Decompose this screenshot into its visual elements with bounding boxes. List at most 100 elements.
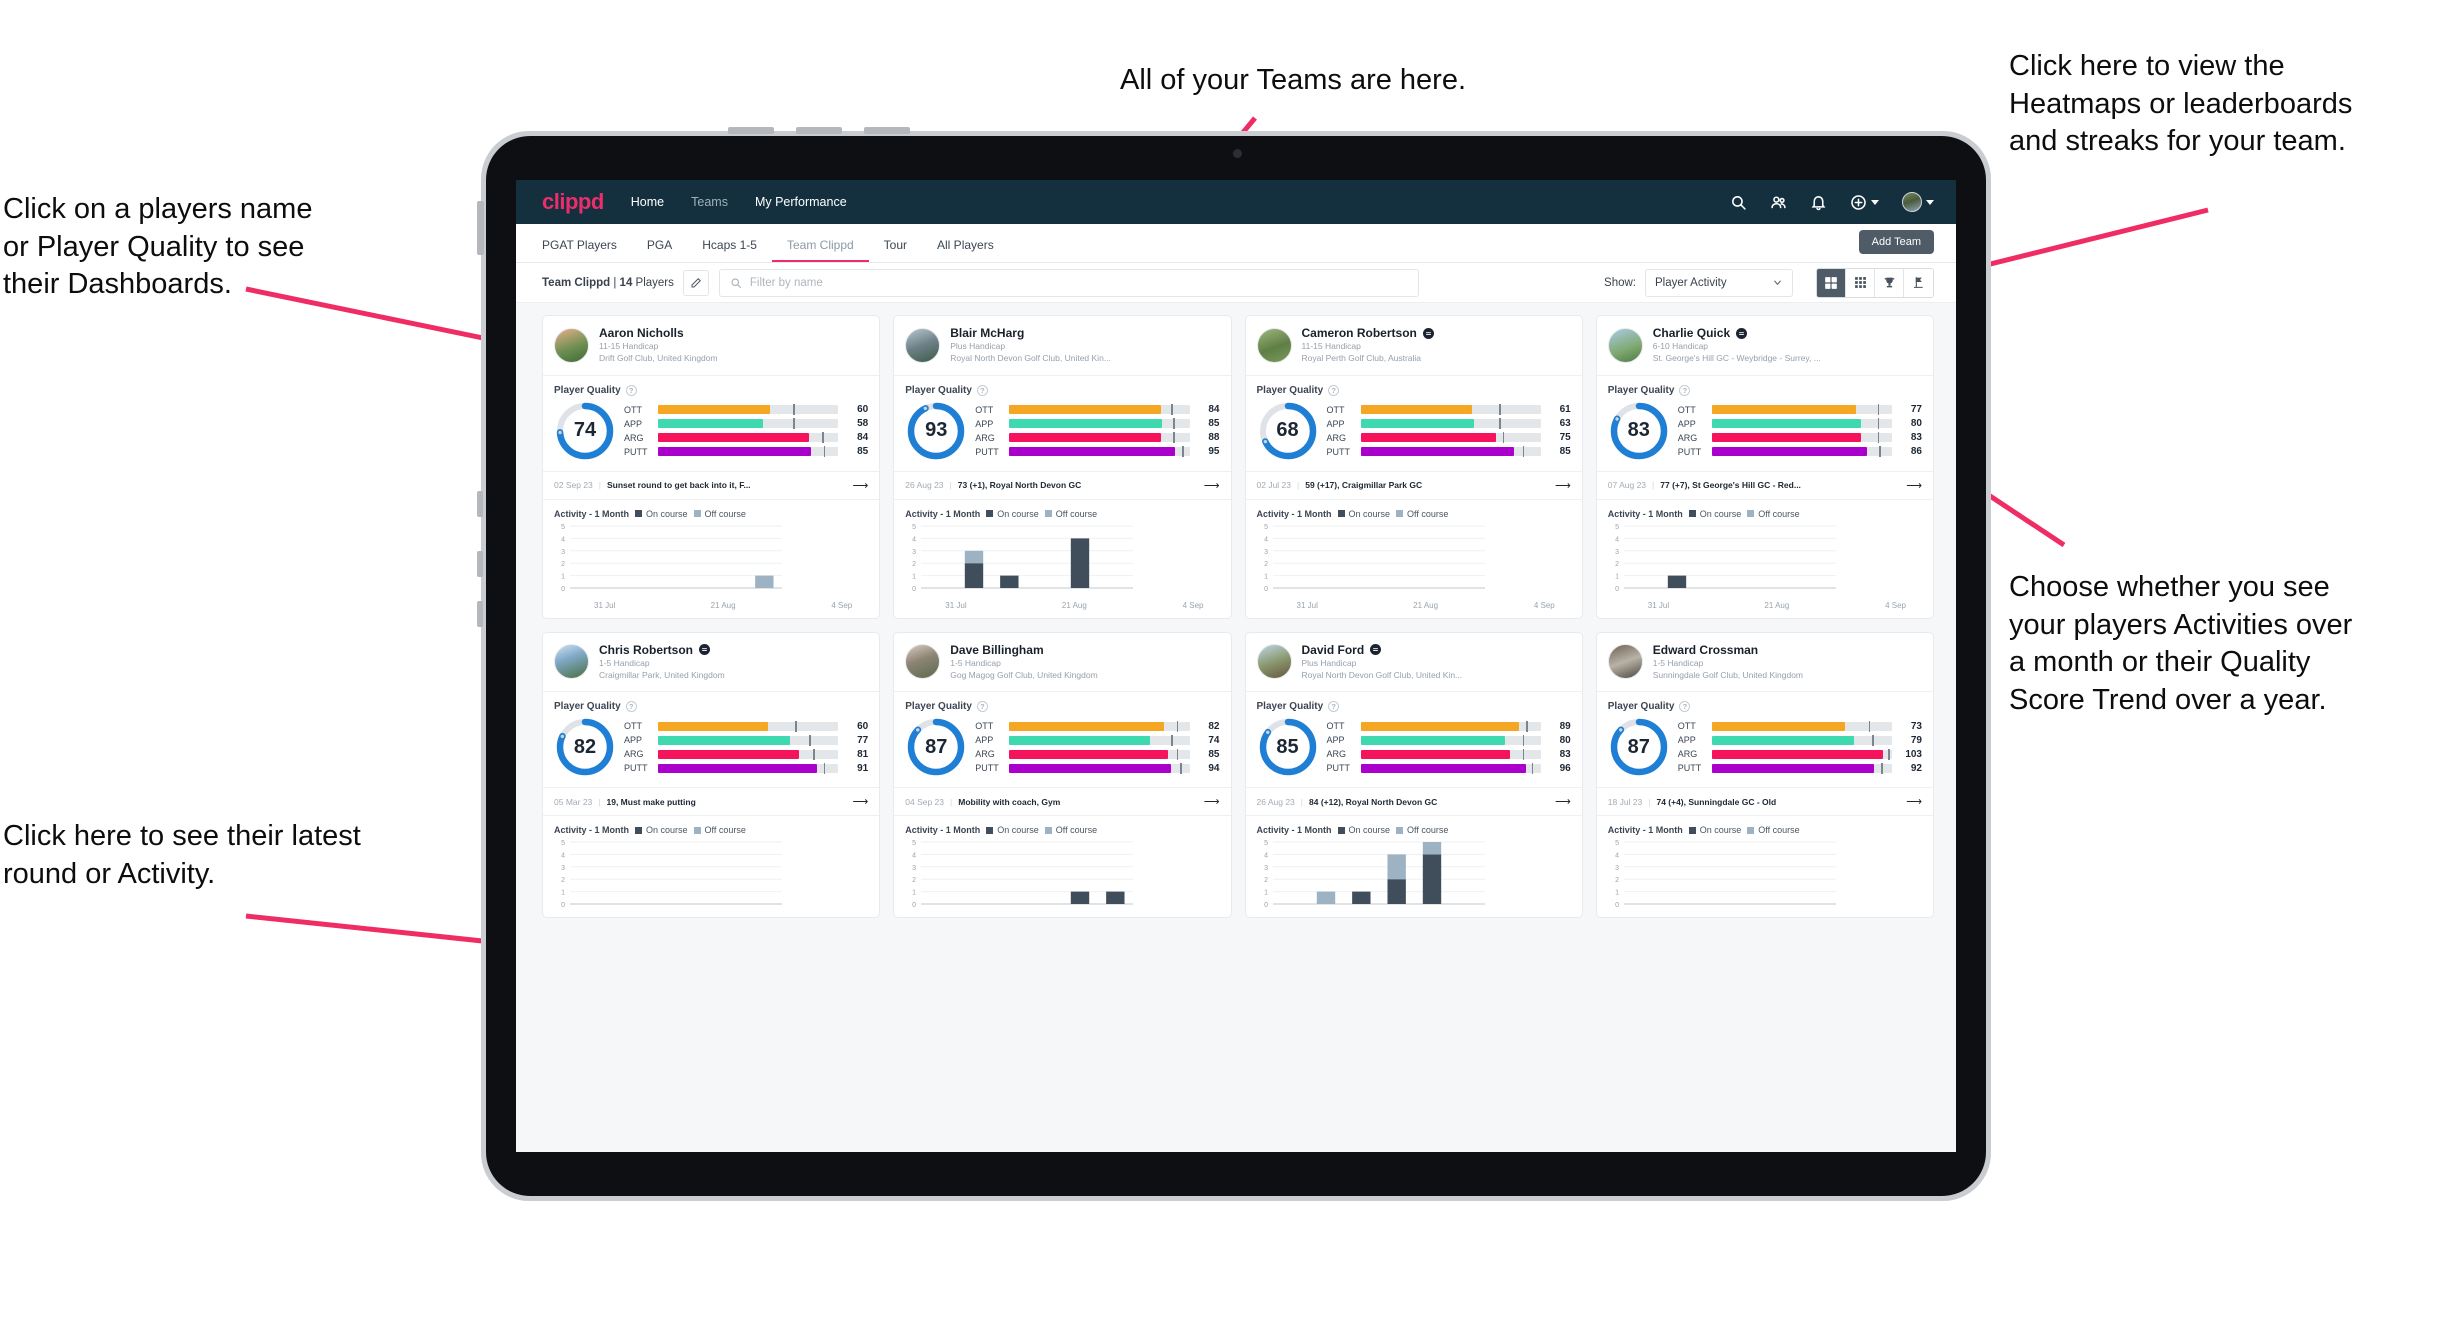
player-name[interactable]: Aaron Nicholls [599,326,684,340]
player-quality-label[interactable]: Player Quality? [1246,692,1582,716]
arrow-right-icon[interactable]: ⟶ [1204,795,1220,808]
player-card-header[interactable]: Blair McHarg Plus Handicap Royal North Dev… [894,316,1230,375]
help-icon[interactable]: ? [1328,384,1340,396]
nav-link-teams[interactable]: Teams [691,195,728,209]
latest-round-row[interactable]: 04 Sep 23 | Mobility with coach, Gym ⟶ [894,787,1231,817]
player-card-header[interactable]: Chris Robertson 1-5 Handicap Craigmillar P… [543,633,879,692]
tab-pga[interactable]: PGA [632,238,687,262]
add-team-button[interactable]: Add Team [1858,230,1934,254]
nav-link-home[interactable]: Home [631,195,664,209]
player-name-row[interactable]: Charlie Quick [1653,326,1821,340]
player-quality-label[interactable]: Player Quality? [1246,376,1582,400]
flag-view-button[interactable] [1904,268,1933,297]
player-quality-body[interactable]: 85 OTT 89 APP 80 ARG 83 PUTT 96 [1246,716,1582,787]
tab-all-players[interactable]: All Players [922,238,1009,262]
help-icon[interactable]: ? [1679,701,1691,713]
player-card[interactable]: Aaron Nicholls 11-15 Handicap Drift Golf C… [542,315,881,619]
latest-round-row[interactable]: 02 Sep 23 | Sunset round to get back into … [543,470,880,500]
trophy-view-button[interactable] [1875,268,1904,297]
player-quality-label[interactable]: Player Quality? [894,692,1230,716]
bell-icon[interactable] [1810,194,1827,211]
plus-circle-dropdown[interactable] [1850,194,1879,211]
player-quality-body[interactable]: 74 OTT 60 APP 58 ARG 84 PUTT 85 [543,400,879,471]
search-input[interactable] [749,276,1408,289]
player-quality-body[interactable]: 93 OTT 84 APP 85 ARG 88 PUTT 95 [894,400,1230,471]
player-name[interactable]: Dave Billingham [950,643,1043,657]
player-card-header[interactable]: Edward Crossman 1-5 Handicap Sunningdale G… [1597,633,1933,692]
legend-on-course: On course [986,825,1039,835]
nav-link-my-performance[interactable]: My Performance [755,195,847,209]
legend-off-course: Off course [1747,509,1800,519]
help-icon[interactable]: ? [625,701,637,713]
player-card[interactable]: Dave Billingham 1-5 Handicap Gog Magog Gol… [893,631,1232,919]
people-icon[interactable] [1770,194,1787,211]
activity-chart: 5 4 3 2 1 0 [543,839,879,917]
latest-round-row[interactable]: 05 Mar 23 | 19, Must make putting ⟶ [543,787,880,817]
player-card[interactable]: Blair McHarg Plus Handicap Royal North Dev… [893,315,1232,619]
player-quality-body[interactable]: 87 OTT 73 APP 79 ARG 103 PUTT 92 [1597,716,1933,787]
help-icon[interactable]: ? [625,384,637,396]
show-select[interactable]: Player Activity [1645,268,1793,297]
player-card-header[interactable]: Aaron Nicholls 11-15 Handicap Drift Golf C… [543,316,879,375]
player-quality-body[interactable]: 83 OTT 77 APP 80 ARG 83 PUTT 86 [1597,400,1933,471]
tab-hcaps-1-5[interactable]: Hcaps 1-5 [687,238,772,262]
search-filter-box[interactable] [718,268,1419,297]
player-card-header[interactable]: Cameron Robertson 11-15 Handicap Royal Per… [1246,316,1582,375]
latest-round-row[interactable]: 07 Aug 23 | 77 (+7), St George's Hill GC -… [1596,470,1933,500]
player-card[interactable]: Cameron Robertson 11-15 Handicap Royal Per… [1244,315,1583,619]
arrow-right-icon[interactable]: ⟶ [852,479,868,492]
arrow-right-icon[interactable]: ⟶ [1204,479,1220,492]
player-quality-body[interactable]: 68 OTT 61 APP 63 ARG 75 PUTT 85 [1246,400,1582,471]
edit-team-button[interactable] [682,269,709,296]
player-quality-label[interactable]: Player Quality? [894,376,1230,400]
tab-tour[interactable]: Tour [869,238,922,262]
player-name[interactable]: David Ford [1302,643,1365,657]
player-card[interactable]: Charlie Quick 6-10 Handicap St. George's H… [1595,315,1934,619]
player-name[interactable]: Chris Robertson [599,643,693,657]
player-quality-body[interactable]: 87 OTT 82 APP 74 ARG 85 PUTT 94 [894,716,1230,787]
tab-pgat-players[interactable]: PGAT Players [542,238,632,262]
latest-round-row[interactable]: 26 Aug 23 | 73 (+1), Royal North Devon GC ⟶ [894,470,1231,500]
player-name[interactable]: Edward Crossman [1653,643,1758,657]
latest-round-row[interactable]: 26 Aug 23 | 84 (+12), Royal North Devon GC… [1245,787,1582,817]
player-quality-label[interactable]: Player Quality? [1597,376,1933,400]
search-icon[interactable] [1730,194,1747,211]
arrow-right-icon[interactable]: ⟶ [852,795,868,808]
player-name[interactable]: Cameron Robertson [1302,326,1417,340]
player-quality-label[interactable]: Player Quality? [1597,692,1933,716]
player-card[interactable]: David Ford Plus Handicap Royal North Devon… [1244,631,1583,919]
arrow-right-icon[interactable]: ⟶ [1555,479,1571,492]
grid-9-view-button[interactable] [1846,268,1875,297]
player-name[interactable]: Charlie Quick [1653,326,1730,340]
player-quality-label[interactable]: Player Quality? [543,376,879,400]
help-icon[interactable]: ? [976,384,988,396]
grid-4-view-button[interactable] [1817,268,1846,297]
arrow-right-icon[interactable]: ⟶ [1906,479,1922,492]
tab-team-clippd[interactable]: Team Clippd [771,238,869,262]
user-menu[interactable] [1902,192,1934,212]
player-quality-body[interactable]: 82 OTT 60 APP 77 ARG 81 PUTT 91 [543,716,879,787]
player-card-header[interactable]: David Ford Plus Handicap Royal North Devon… [1246,633,1582,692]
arrow-right-icon[interactable]: ⟶ [1906,795,1922,808]
player-name-row[interactable]: David Ford [1302,643,1463,657]
player-name-row[interactable]: Chris Robertson [599,643,725,657]
player-name-row[interactable]: Edward Crossman [1653,643,1803,657]
player-card-header[interactable]: Charlie Quick 6-10 Handicap St. George's H… [1597,316,1933,375]
latest-round-row[interactable]: 18 Jul 23 | 74 (+4), Sunningdale GC - Old ⟶ [1596,787,1933,817]
help-icon[interactable]: ? [976,701,988,713]
player-quality-label[interactable]: Player Quality? [543,692,879,716]
player-card[interactable]: Chris Robertson 1-5 Handicap Craigmillar P… [542,631,881,919]
help-icon[interactable]: ? [1328,701,1340,713]
player-name-row[interactable]: Cameron Robertson [1302,326,1434,340]
latest-round-row[interactable]: 02 Jul 23 | 59 (+17), Craigmillar Park GC ⟶ [1245,470,1582,500]
player-name[interactable]: Blair McHarg [950,326,1024,340]
player-name-row[interactable]: Aaron Nicholls [599,326,718,340]
player-card[interactable]: Edward Crossman 1-5 Handicap Sunningdale G… [1595,631,1934,919]
help-icon[interactable]: ? [1679,384,1691,396]
clippd-logo[interactable]: clippd [542,189,604,215]
player-name-row[interactable]: Blair McHarg [950,326,1111,340]
svg-text:4: 4 [912,853,916,860]
player-card-header[interactable]: Dave Billingham 1-5 Handicap Gog Magog Gol… [894,633,1230,692]
arrow-right-icon[interactable]: ⟶ [1555,795,1571,808]
player-name-row[interactable]: Dave Billingham [950,643,1097,657]
